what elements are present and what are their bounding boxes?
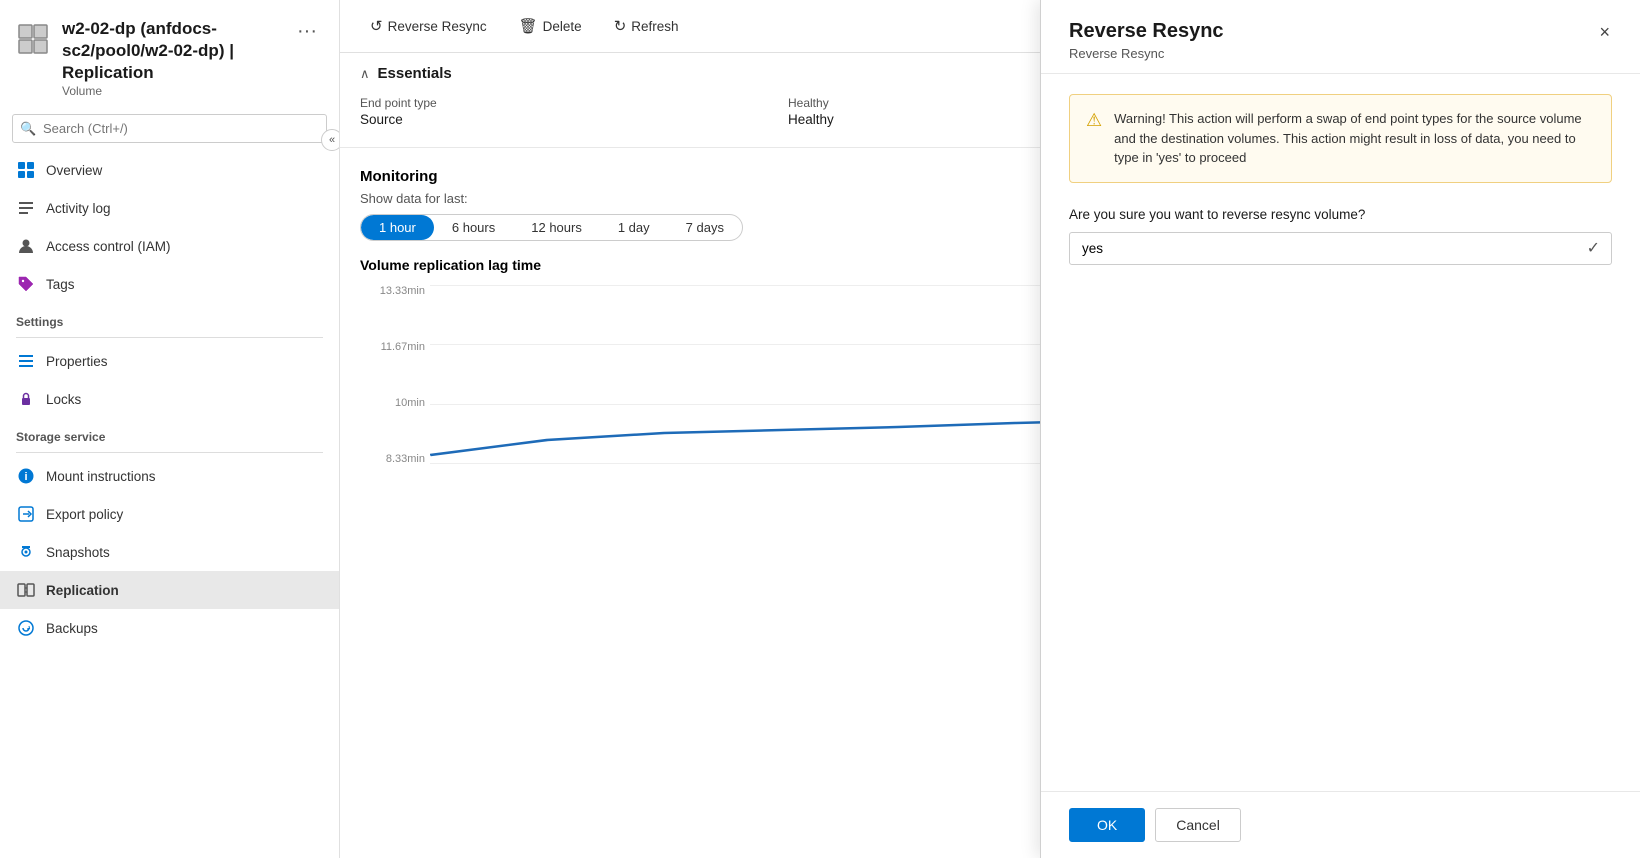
settings-divider <box>16 337 323 338</box>
nav-mount-instructions[interactable]: i Mount instructions <box>0 457 339 495</box>
nav-export-policy[interactable]: Export policy <box>0 495 339 533</box>
checkmark-icon: ✓ <box>1587 238 1600 258</box>
replication-icon <box>16 580 36 600</box>
header-text: w2-02-dp (anfdocs-sc2/pool0/w2-02-dp) | … <box>62 18 279 98</box>
confirm-question: Are you sure you want to reverse resync … <box>1069 207 1612 222</box>
snapshots-icon <box>16 542 36 562</box>
delete-icon: 🗑 <box>519 17 538 35</box>
panel-close-button[interactable]: × <box>1593 20 1616 45</box>
panel-body: ⚠ Warning! This action will perform a sw… <box>1041 74 1640 791</box>
page-header: w2-02-dp (anfdocs-sc2/pool0/w2-02-dp) | … <box>0 0 339 106</box>
panel-footer: OK Cancel <box>1041 791 1640 858</box>
essentials-title: Essentials <box>378 65 452 82</box>
time-12hours[interactable]: 12 hours <box>513 215 600 240</box>
properties-icon <box>16 351 36 371</box>
reverse-resync-button[interactable]: ↺ Reverse Resync <box>356 10 501 42</box>
nav-access-control-label: Access control (IAM) <box>46 239 171 254</box>
nav-activity-log[interactable]: Activity log <box>0 189 339 227</box>
ok-button[interactable]: OK <box>1069 808 1145 842</box>
essentials-endpoint-type: End point type Source <box>360 96 764 127</box>
nav-snapshots[interactable]: Snapshots <box>0 533 339 571</box>
panel-title-group: Reverse Resync Reverse Resync <box>1069 20 1593 61</box>
svg-text:i: i <box>24 471 27 483</box>
overview-icon <box>16 160 36 180</box>
export-policy-icon <box>16 504 36 524</box>
mount-instructions-icon: i <box>16 466 36 486</box>
nav-replication-label: Replication <box>46 583 119 598</box>
essentials-chevron: ∧ <box>360 66 370 82</box>
warning-text: Warning! This action will perform a swap… <box>1114 109 1595 168</box>
nav-properties-label: Properties <box>46 354 108 369</box>
activity-log-icon <box>16 198 36 218</box>
nav-properties[interactable]: Properties <box>0 342 339 380</box>
nav-overview-label: Overview <box>46 163 102 178</box>
search-box: 🔍 « <box>12 114 327 143</box>
nav-locks-label: Locks <box>46 392 81 407</box>
nav-backups[interactable]: Backups <box>0 609 339 647</box>
cancel-button[interactable]: Cancel <box>1155 808 1241 842</box>
tags-icon <box>16 274 36 294</box>
refresh-button[interactable]: ↻ Refresh <box>600 10 693 42</box>
time-1hour[interactable]: 1 hour <box>361 215 434 240</box>
chart-y-axis: 13.33min 11.67min 10min 8.33min <box>360 285 425 465</box>
nav-tags-label: Tags <box>46 277 75 292</box>
locks-icon <box>16 389 36 409</box>
nav-overview[interactable]: Overview <box>0 151 339 189</box>
nav-replication[interactable]: Replication <box>0 571 339 609</box>
nav-tags[interactable]: Tags <box>0 265 339 303</box>
y-label-0: 13.33min <box>360 285 425 297</box>
confirm-input[interactable] <box>1069 232 1612 265</box>
nav-activity-log-label: Activity log <box>46 201 111 216</box>
warning-box: ⚠ Warning! This action will perform a sw… <box>1069 94 1612 183</box>
time-1day[interactable]: 1 day <box>600 215 668 240</box>
y-label-3: 8.33min <box>360 453 425 465</box>
storage-divider <box>16 452 323 453</box>
y-label-2: 10min <box>360 397 425 409</box>
storage-section-header: Storage service <box>0 418 339 448</box>
confirm-input-wrap: ✓ <box>1069 232 1612 265</box>
time-7days[interactable]: 7 days <box>668 215 742 240</box>
page-icon <box>16 20 50 58</box>
nav-export-policy-label: Export policy <box>46 507 123 522</box>
reverse-resync-icon: ↺ <box>370 17 383 35</box>
warning-icon: ⚠ <box>1086 110 1102 168</box>
backups-icon <box>16 618 36 638</box>
collapse-button[interactable]: « <box>321 129 340 151</box>
time-selector: 1 hour 6 hours 12 hours 1 day 7 days <box>360 214 743 241</box>
delete-button[interactable]: 🗑 Delete <box>505 10 596 42</box>
search-input[interactable] <box>12 114 327 143</box>
nav-snapshots-label: Snapshots <box>46 545 110 560</box>
page-subtitle: Volume <box>62 84 279 98</box>
access-control-icon <box>16 236 36 256</box>
nav-mount-instructions-label: Mount instructions <box>46 469 156 484</box>
settings-section-header: Settings <box>0 303 339 333</box>
right-panel: Reverse Resync Reverse Resync × ⚠ Warnin… <box>1040 0 1640 858</box>
panel-header: Reverse Resync Reverse Resync × <box>1041 0 1640 74</box>
search-icon: 🔍 <box>20 121 36 137</box>
more-button[interactable]: ··· <box>291 18 323 45</box>
time-6hours[interactable]: 6 hours <box>434 215 513 240</box>
panel-title: Reverse Resync <box>1069 20 1593 43</box>
page-title: w2-02-dp (anfdocs-sc2/pool0/w2-02-dp) | … <box>62 18 279 84</box>
nav-backups-label: Backups <box>46 621 98 636</box>
nav-locks[interactable]: Locks <box>0 380 339 418</box>
y-label-1: 11.67min <box>360 341 425 353</box>
panel-subtitle: Reverse Resync <box>1069 46 1593 61</box>
refresh-icon: ↻ <box>614 17 627 35</box>
nav-access-control[interactable]: Access control (IAM) <box>0 227 339 265</box>
sidebar: w2-02-dp (anfdocs-sc2/pool0/w2-02-dp) | … <box>0 0 340 858</box>
